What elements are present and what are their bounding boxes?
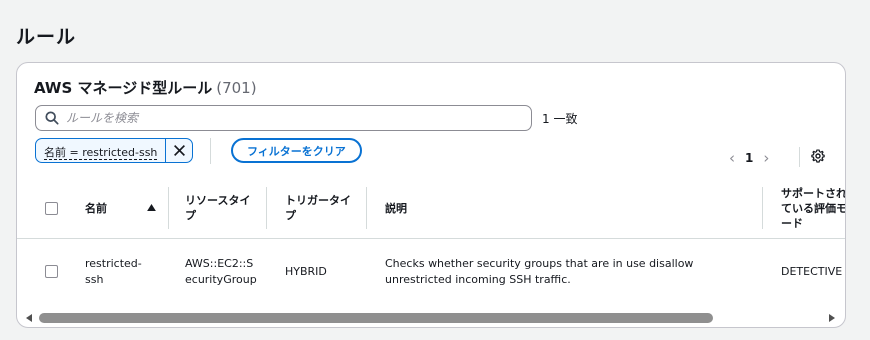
match-count: 1 一致 [542, 112, 578, 126]
row-checkbox[interactable] [45, 265, 58, 278]
chevron-left-icon[interactable]: ‹ [729, 149, 735, 167]
table-header: 名前 リソースタイプ トリガータイプ 説明 サポートされている評価モード [17, 177, 845, 239]
clear-filters-button[interactable]: フィルターをクリア [231, 138, 362, 163]
filter-token-remove-button[interactable] [165, 139, 192, 162]
column-header-evaluation-mode[interactable]: サポートされている評価モード [781, 177, 845, 239]
current-page[interactable]: 1 [745, 151, 753, 165]
search-input[interactable] [66, 107, 521, 129]
column-header-resource-type[interactable]: リソースタイプ [185, 177, 261, 239]
column-divider [168, 187, 169, 229]
gear-icon[interactable] [811, 149, 825, 163]
rules-table-container: AWS マネージド型ルール(701) 1 一致 名前 = restricted-… [16, 62, 846, 328]
rule-count: (701) [216, 79, 257, 97]
horizontal-scrollbar[interactable] [17, 309, 845, 327]
trigger-type-cell: HYBRID [285, 265, 327, 278]
page-title: ルール [16, 26, 77, 48]
column-divider [762, 187, 763, 229]
column-header-name[interactable]: 名前 [85, 177, 165, 239]
column-header-description[interactable]: 説明 [385, 177, 685, 239]
description-cell: Checks whether security groups that are … [385, 257, 694, 286]
pagination-divider [799, 147, 800, 167]
resource-type-cell: AWS::EC2::SecurityGroup [185, 257, 257, 286]
filter-token-label[interactable]: 名前 = restricted-ssh [36, 139, 165, 162]
panel-header: AWS マネージド型ルール (701) [34, 77, 257, 98]
column-divider [266, 187, 267, 229]
scrollbar-thumb[interactable] [39, 313, 713, 323]
search-icon [45, 111, 59, 125]
pagination: ‹ 1 › [729, 149, 769, 167]
sort-ascending-icon[interactable] [147, 204, 156, 211]
scroll-left-arrow-icon[interactable] [26, 314, 32, 322]
select-all-checkbox[interactable] [45, 202, 58, 215]
table-row[interactable]: restricted-ssh AWS::EC2::SecurityGroup H… [17, 240, 845, 304]
scroll-right-arrow-icon[interactable] [829, 314, 835, 322]
evaluation-mode-cell: DETECTIVE [781, 265, 843, 278]
rule-name-cell: restricted-ssh [85, 257, 142, 286]
search-box[interactable] [35, 105, 532, 131]
filter-divider [210, 138, 211, 164]
filter-token: 名前 = restricted-ssh [35, 138, 194, 163]
chevron-right-icon[interactable]: › [763, 149, 769, 167]
column-divider [366, 187, 367, 229]
column-header-trigger-type[interactable]: トリガータイプ [285, 177, 361, 239]
panel-title: AWS マネージド型ルール [34, 79, 213, 97]
close-icon [174, 145, 186, 156]
